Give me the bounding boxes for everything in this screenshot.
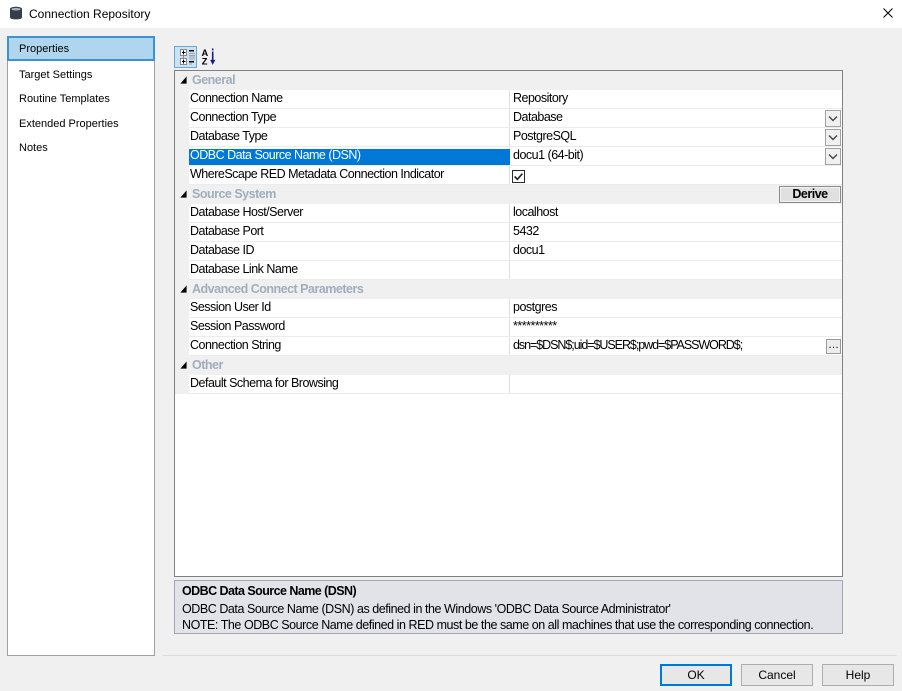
svg-text:Z: Z: [202, 56, 208, 66]
